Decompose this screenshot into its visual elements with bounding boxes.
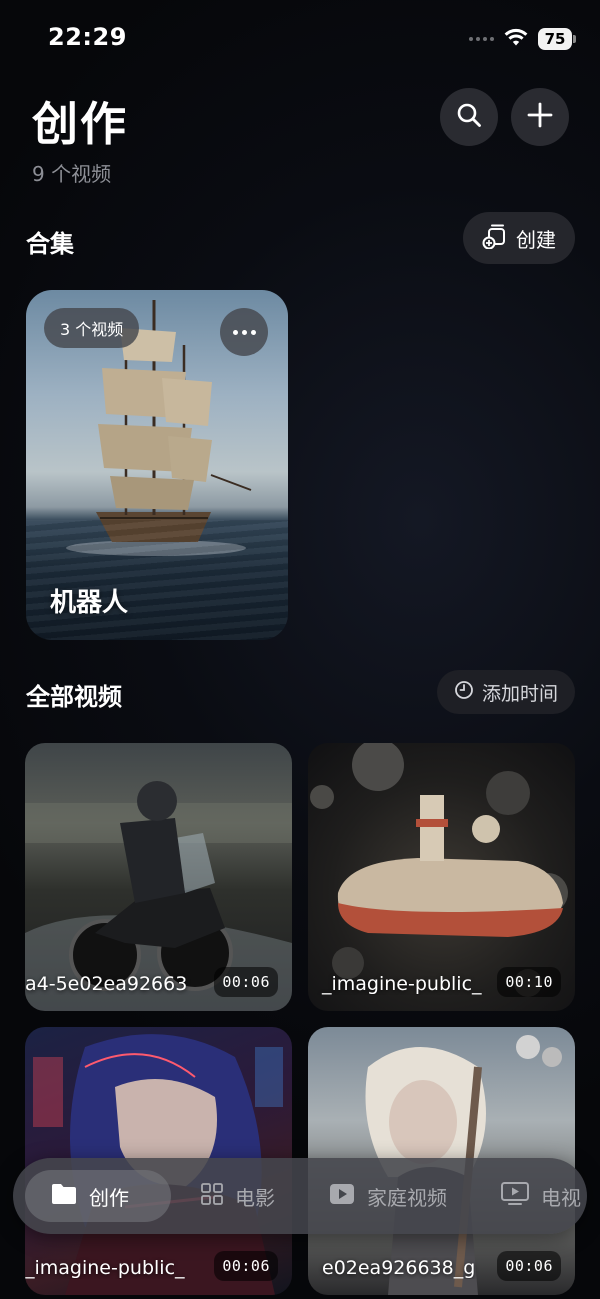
video-count: 9 个视频 <box>32 162 112 186</box>
search-button[interactable] <box>440 88 498 146</box>
tab-label: 电视 <box>541 1185 581 1210</box>
tab-label: 家庭视频 <box>367 1185 447 1210</box>
wifi-icon <box>504 27 528 51</box>
video-duration: 00:06 <box>214 1251 278 1281</box>
app-screen: 22:29 75 创作 9 个视频 合集 创建 3 个视频 机器人 全部视频 添… <box>0 0 600 1299</box>
add-collection-icon <box>482 223 508 254</box>
plus-icon <box>527 102 553 132</box>
tab-label: 创作 <box>89 1185 129 1210</box>
grid-icon <box>201 1182 223 1210</box>
collections-title: 合集 <box>26 230 74 258</box>
page-title: 创作 <box>32 97 128 151</box>
tab-home-videos[interactable]: 家庭视频 <box>329 1170 447 1222</box>
video-name: a4-5e02ea92663 <box>25 973 188 995</box>
tab-movies[interactable]: 电影 <box>201 1170 275 1222</box>
create-collection-button[interactable]: 创建 <box>463 212 575 264</box>
collection-more-button[interactable] <box>220 308 268 356</box>
sea-texture <box>26 520 288 640</box>
tab-bar: 创作 电影 家庭视频 电视 <box>13 1158 587 1234</box>
video-duration: 00:06 <box>214 967 278 997</box>
video-name: _imagine-public_ <box>25 1257 185 1279</box>
collection-name: 机器人 <box>50 588 129 618</box>
collection-card[interactable]: 3 个视频 机器人 <box>26 290 288 640</box>
create-label: 创建 <box>516 227 556 252</box>
tab-label: 电影 <box>235 1185 275 1210</box>
sort-label: 添加时间 <box>481 682 558 705</box>
video-duration: 00:10 <box>497 967 561 997</box>
status-bar: 22:29 75 <box>0 0 600 76</box>
folder-icon <box>51 1183 77 1210</box>
cellular-signal-icon <box>469 37 494 41</box>
status-time: 22:29 <box>48 23 127 51</box>
video-name: _imagine-public_ <box>322 973 482 995</box>
tab-creations[interactable]: 创作 <box>25 1170 171 1222</box>
tv-icon <box>501 1181 529 1211</box>
tab-tv[interactable]: 电视 <box>501 1170 581 1222</box>
video-name: e02ea926638_g <box>322 1257 476 1279</box>
add-button[interactable] <box>511 88 569 146</box>
all-videos-title: 全部视频 <box>26 683 122 711</box>
sort-button[interactable]: 添加时间 <box>437 670 575 714</box>
search-icon <box>456 102 482 132</box>
clock-icon <box>454 680 474 705</box>
status-indicators: 75 <box>469 27 576 51</box>
battery-indicator: 75 <box>538 28 576 50</box>
collection-count-badge: 3 个视频 <box>44 308 140 348</box>
play-square-icon <box>329 1183 355 1210</box>
video-card[interactable]: _imagine-public_ 00:10 <box>308 743 575 1011</box>
video-card[interactable]: a4-5e02ea92663 00:06 <box>25 743 292 1011</box>
video-duration: 00:06 <box>497 1251 561 1281</box>
